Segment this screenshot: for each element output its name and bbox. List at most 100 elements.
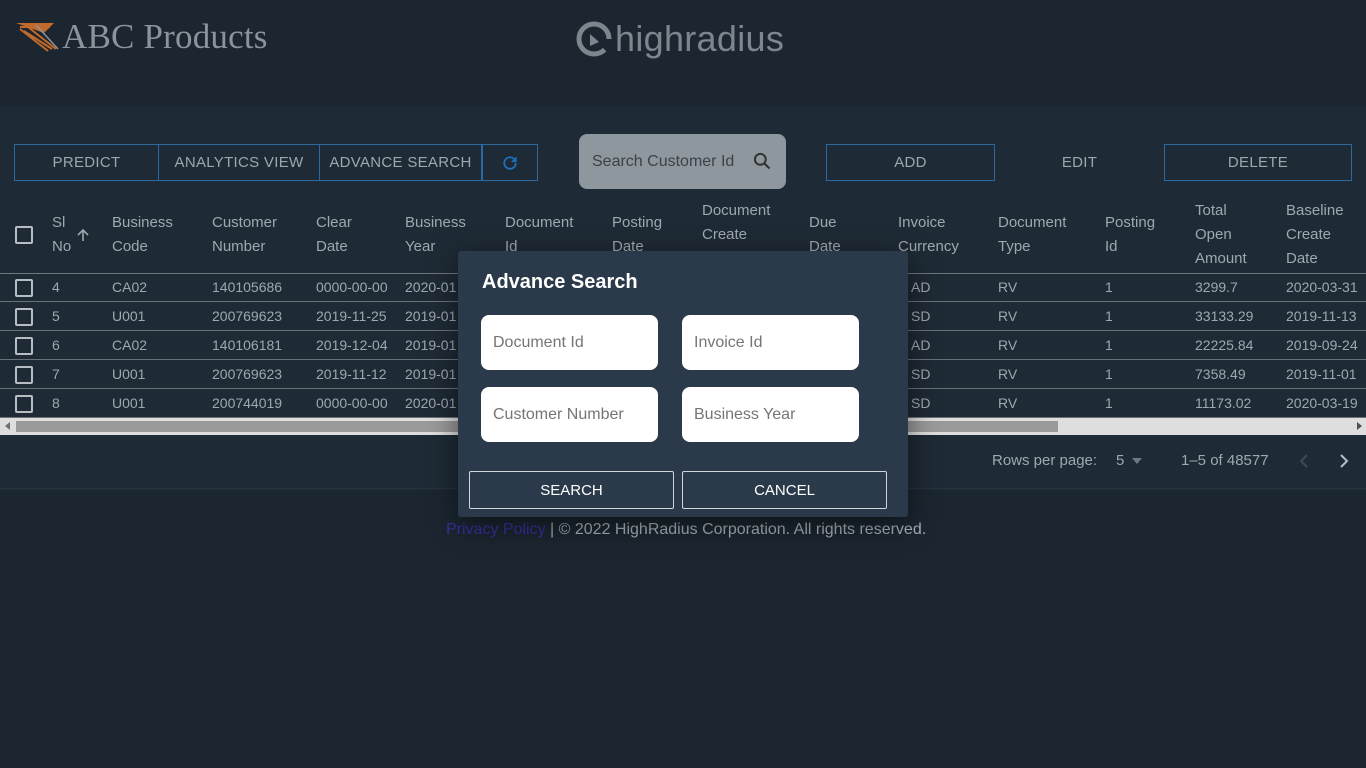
document-id-input[interactable] bbox=[493, 333, 648, 352]
column-header-document-type[interactable]: Document Type bbox=[998, 211, 1066, 259]
copyright-text: | © 2022 HighRadius Corporation. All rig… bbox=[550, 521, 927, 538]
customer-number-field[interactable] bbox=[481, 387, 658, 442]
business-year-input[interactable] bbox=[694, 405, 849, 424]
abc-logo-icon bbox=[16, 23, 59, 52]
highradius-mark-icon bbox=[576, 21, 613, 58]
cancel-button[interactable]: CANCEL bbox=[682, 471, 887, 509]
search-customer-id-input[interactable] bbox=[592, 152, 742, 171]
add-button[interactable]: ADD bbox=[826, 144, 995, 181]
select-all-checkbox[interactable] bbox=[15, 226, 33, 244]
cell-sl-no: 4 bbox=[52, 279, 60, 295]
customer-id-search bbox=[579, 134, 786, 189]
cell-sl-no: 5 bbox=[52, 308, 60, 324]
column-header-total-open-amount[interactable]: Total Open Amount bbox=[1195, 199, 1247, 271]
cell-business-code: U001 bbox=[112, 308, 146, 324]
highradius-logo: highradius bbox=[575, 14, 784, 64]
highradius-wordmark: highradius bbox=[615, 18, 785, 59]
previous-page-icon[interactable] bbox=[1297, 453, 1311, 469]
cell-invoice-currency: SD bbox=[911, 308, 931, 324]
search-icon[interactable] bbox=[752, 151, 772, 171]
cell-document-type: RV bbox=[998, 308, 1018, 324]
cell-sl-no: 6 bbox=[52, 337, 60, 353]
document-id-field[interactable] bbox=[481, 315, 658, 370]
cell-total-open-amount: 22225.84 bbox=[1195, 337, 1254, 353]
search-button[interactable]: SEARCH bbox=[469, 471, 674, 509]
row-checkbox[interactable] bbox=[15, 279, 33, 297]
cell-invoice-currency: AD bbox=[911, 279, 931, 295]
row-checkbox[interactable] bbox=[15, 395, 33, 413]
cell-business-year: 2019-01 bbox=[405, 308, 457, 324]
cell-baseline-create-date: 2019-11-01 bbox=[1286, 366, 1357, 382]
column-header-clear-date[interactable]: Clear Date bbox=[316, 211, 352, 259]
cell-document-type: RV bbox=[998, 395, 1018, 411]
rows-per-page-value: 5 bbox=[1116, 452, 1125, 469]
cell-baseline-create-date: 2019-09-24 bbox=[1286, 337, 1358, 353]
cell-clear-date: 0000-00-00 bbox=[316, 395, 388, 411]
row-checkbox[interactable] bbox=[15, 366, 33, 384]
pagination-range: 1–5 of 48577 bbox=[1181, 452, 1269, 469]
refresh-button[interactable] bbox=[482, 144, 538, 181]
advance-search-dialog: Advance Search SEARCH CANCEL bbox=[458, 251, 908, 517]
cell-customer-number: 140106181 bbox=[212, 337, 283, 353]
delete-button[interactable]: DELETE bbox=[1164, 144, 1352, 181]
column-header-sl-no[interactable]: Sl No bbox=[52, 211, 71, 259]
top-header: ABC Products highradius bbox=[0, 0, 1366, 106]
invoice-id-input[interactable] bbox=[694, 333, 849, 352]
row-checkbox[interactable] bbox=[15, 337, 33, 355]
cell-posting-id: 1 bbox=[1105, 279, 1113, 295]
sort-ascending-icon[interactable] bbox=[76, 228, 90, 242]
cell-baseline-create-date: 2019-11-13 bbox=[1286, 308, 1357, 324]
column-header-baseline-create-date[interactable]: Baseline Create Date bbox=[1286, 199, 1344, 271]
invoice-id-field[interactable] bbox=[682, 315, 859, 370]
cell-sl-no: 7 bbox=[52, 366, 60, 382]
cell-total-open-amount: 11173.02 bbox=[1195, 395, 1252, 411]
next-page-icon[interactable] bbox=[1337, 453, 1351, 469]
column-header-posting-id[interactable]: Posting Id bbox=[1105, 211, 1155, 259]
cell-clear-date: 2019-11-25 bbox=[316, 308, 387, 324]
refresh-icon bbox=[503, 155, 517, 170]
row-checkbox[interactable] bbox=[15, 308, 33, 326]
cell-clear-date: 0000-00-00 bbox=[316, 279, 388, 295]
predict-button[interactable]: PREDICT bbox=[14, 144, 159, 181]
analytics-view-button[interactable]: ANALYTICS VIEW bbox=[159, 144, 320, 181]
business-year-field[interactable] bbox=[682, 387, 859, 442]
cell-posting-id: 1 bbox=[1105, 337, 1113, 353]
customer-number-input[interactable] bbox=[493, 405, 648, 424]
cell-invoice-currency: AD bbox=[911, 337, 931, 353]
cell-business-year: 2019-01 bbox=[405, 366, 457, 382]
brand-name: ABC Products bbox=[62, 17, 268, 56]
scroll-right-icon[interactable] bbox=[1357, 422, 1362, 430]
cell-business-code: U001 bbox=[112, 366, 146, 382]
cell-business-code: CA02 bbox=[112, 279, 148, 295]
cell-document-type: RV bbox=[998, 366, 1018, 382]
advance-search-button[interactable]: ADVANCE SEARCH bbox=[320, 144, 482, 181]
cell-sl-no: 8 bbox=[52, 395, 60, 411]
cell-business-code: CA02 bbox=[112, 337, 148, 353]
column-header-business-code[interactable]: Business Code bbox=[112, 211, 173, 259]
privacy-policy-link[interactable]: Privacy Policy bbox=[446, 521, 546, 538]
cell-invoice-currency: SD bbox=[911, 366, 931, 382]
cell-posting-id: 1 bbox=[1105, 308, 1113, 324]
cell-total-open-amount: 33133.29 bbox=[1195, 308, 1254, 324]
rows-per-page-select[interactable]: 5 bbox=[1116, 452, 1143, 469]
cell-business-year: 2020-01 bbox=[405, 279, 457, 295]
cell-invoice-currency: SD bbox=[911, 395, 931, 411]
column-header-business-year[interactable]: Business Year bbox=[405, 211, 466, 259]
footer: Privacy Policy | © 2022 HighRadius Corpo… bbox=[446, 521, 926, 539]
edit-button[interactable]: EDIT bbox=[995, 144, 1164, 181]
cell-total-open-amount: 7358.49 bbox=[1195, 366, 1246, 382]
cell-total-open-amount: 3299.7 bbox=[1195, 279, 1238, 295]
cell-customer-number: 200769623 bbox=[212, 308, 283, 324]
scroll-left-icon[interactable] bbox=[5, 422, 10, 430]
cell-document-type: RV bbox=[998, 279, 1018, 295]
brand-logo: ABC Products bbox=[14, 12, 268, 62]
cell-posting-id: 1 bbox=[1105, 366, 1113, 382]
cell-customer-number: 200769623 bbox=[212, 366, 283, 382]
column-header-document-create[interactable]: Document Create bbox=[702, 199, 770, 247]
cell-baseline-create-date: 2020-03-31 bbox=[1286, 279, 1358, 295]
cell-business-code: U001 bbox=[112, 395, 146, 411]
column-header-customer-number[interactable]: Customer Number bbox=[212, 211, 277, 259]
cell-clear-date: 2019-12-04 bbox=[316, 337, 388, 353]
cell-clear-date: 2019-11-12 bbox=[316, 366, 387, 382]
cell-posting-id: 1 bbox=[1105, 395, 1113, 411]
